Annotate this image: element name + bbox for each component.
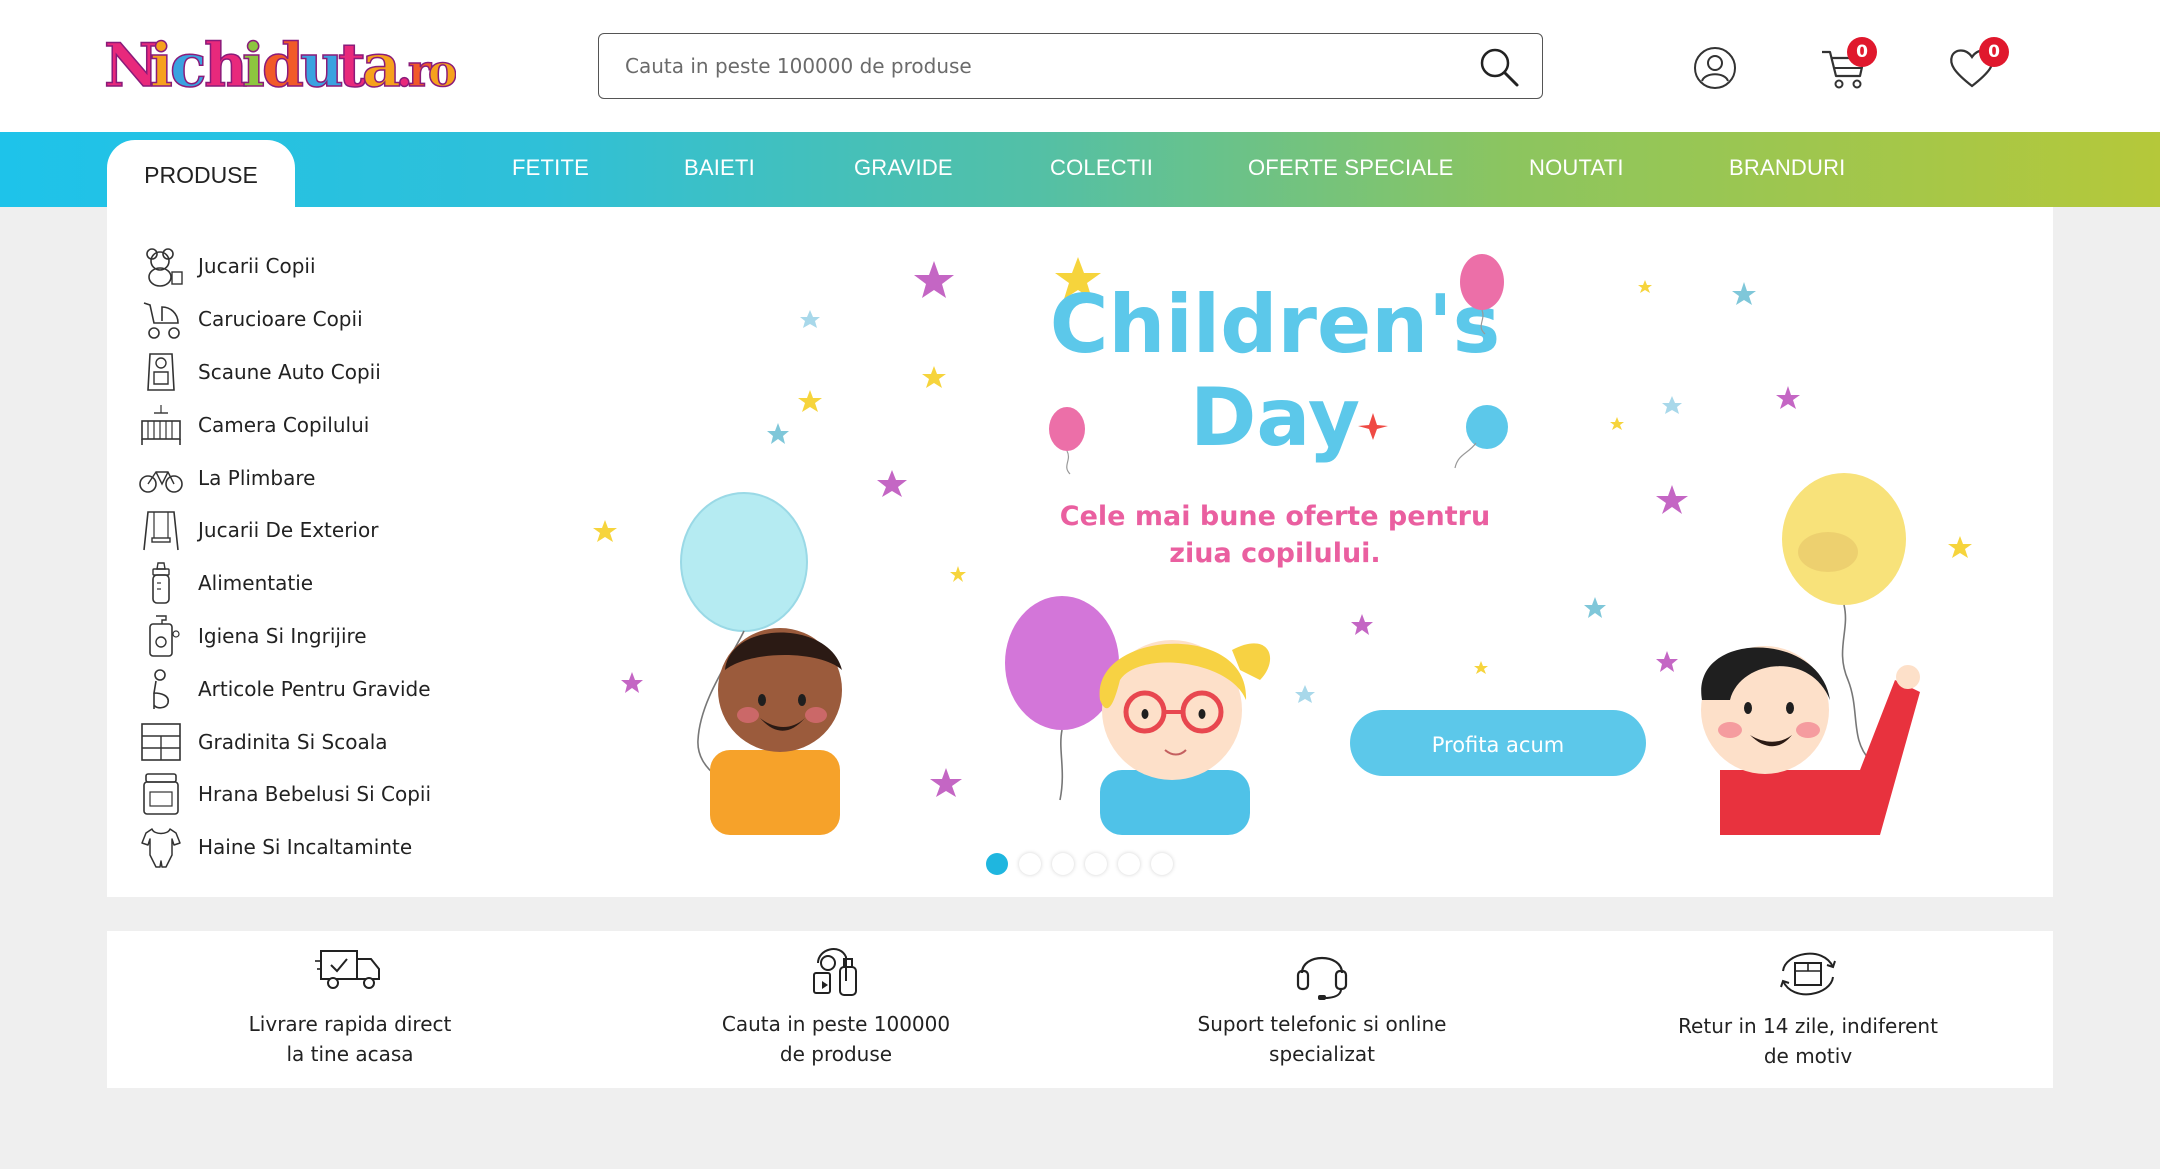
pregnancy-icon xyxy=(153,668,170,709)
features-strip: Livrare rapida direct la tine acasa Caut… xyxy=(107,931,2053,1088)
hygiene-bottle-icon xyxy=(149,615,180,657)
category-label: Jucarii De Exterior xyxy=(198,518,379,543)
category-item-hrana-bebelusi[interactable]: Hrana Bebelusi Si Copii xyxy=(138,768,431,821)
feature-line2: de motiv xyxy=(1763,1044,1853,1068)
category-item-camera-copilului[interactable]: Camera Copilului xyxy=(138,398,431,451)
carousel-dot-5[interactable] xyxy=(1118,853,1140,875)
nav-item-colectii[interactable]: COLECTII xyxy=(1050,155,1153,181)
carousel-dot-4[interactable] xyxy=(1085,853,1107,875)
category-label: Scaune Auto Copii xyxy=(198,359,381,384)
category-item-la-plimbare[interactable]: La Plimbare xyxy=(138,451,431,504)
cart-count-badge: 0 xyxy=(1847,37,1877,67)
category-item-jucarii-exterior[interactable]: Jucarii De Exterior xyxy=(138,504,431,557)
category-menu: Jucarii Copii Carucioare Copii Scaune Au… xyxy=(138,240,431,874)
carousel-dot-3[interactable] xyxy=(1052,853,1074,875)
account-icon[interactable] xyxy=(1687,40,1743,96)
school-supplies-icon xyxy=(141,722,181,761)
hero-banner[interactable]: Children's Day Cele mai bune oferte pent… xyxy=(580,230,2020,835)
feature-line2: de produse xyxy=(779,1042,893,1066)
banner-subtitle-line2: ziua copilului. xyxy=(1169,538,1380,569)
feature-line1: Cauta in peste 100000 xyxy=(721,1012,951,1036)
baby-bottle-icon xyxy=(152,562,170,604)
category-label: Hrana Bebelusi Si Copii xyxy=(198,782,432,807)
banner-title-line2: Day xyxy=(1190,371,1360,464)
nav-item-gravide[interactable]: GRAVIDE xyxy=(854,155,953,181)
banner-subtitle-line1: Cele mai bune oferte pentru xyxy=(1060,501,1490,532)
baby-products-icon xyxy=(813,948,857,996)
return-box-icon xyxy=(1780,952,1836,996)
car-seat-icon xyxy=(147,353,175,391)
carousel-dots xyxy=(986,853,1173,875)
baby-food-jar-icon xyxy=(143,773,179,816)
feature-support: Suport telefonic si online specializat xyxy=(1079,931,1565,1088)
category-label: Camera Copilului xyxy=(198,412,370,437)
category-label: Alimentatie xyxy=(198,571,314,596)
category-item-haine[interactable]: Haine Si Incaltaminte xyxy=(138,821,431,874)
nav-tab-produse[interactable]: PRODUSE xyxy=(107,140,295,210)
category-item-jucarii-copii[interactable]: Jucarii Copii xyxy=(138,240,431,293)
bicycle-icon xyxy=(139,470,183,493)
nav-item-branduri[interactable]: BRANDURI xyxy=(1729,155,1846,181)
search-input[interactable] xyxy=(625,54,1445,78)
search-bar xyxy=(598,33,1543,99)
category-label: Igiena Si Ingrijire xyxy=(198,623,367,648)
feature-delivery: Livrare rapida direct la tine acasa xyxy=(107,931,593,1088)
swing-icon xyxy=(143,511,179,551)
category-label: Jucarii Copii xyxy=(198,254,316,279)
headset-icon xyxy=(1296,957,1348,1000)
feature-line1: Retur in 14 zile, indiferent xyxy=(1678,1014,1938,1038)
svg-text:c: c xyxy=(170,31,207,100)
category-label: Carucioare Copii xyxy=(198,307,363,332)
category-label: Gradinita Si Scoala xyxy=(198,729,388,754)
svg-text:d: d xyxy=(262,31,304,100)
feature-line1: Livrare rapida direct xyxy=(248,1012,452,1036)
site-logo[interactable]: N i c h i d u t a . r o xyxy=(104,30,456,100)
feature-line2: la tine acasa xyxy=(286,1042,414,1066)
category-item-igiena[interactable]: Igiena Si Ingrijire xyxy=(138,610,431,663)
nav-item-noutati[interactable]: NOUTATI xyxy=(1529,155,1624,181)
site-header: N i c h i d u t a . r o 0 xyxy=(0,0,2160,132)
nav-item-baieti[interactable]: BAIETI xyxy=(684,155,755,181)
feature-return: Retur in 14 zile, indiferent de motiv xyxy=(1565,931,2051,1088)
category-item-alimentatie[interactable]: Alimentatie xyxy=(138,557,431,610)
childrens-day-illustration: Children's Day Cele mai bune oferte pent… xyxy=(593,254,1972,835)
feature-products: Cauta in peste 100000 de produse xyxy=(593,931,1079,1088)
nav-item-oferte-speciale[interactable]: OFERTE SPECIALE xyxy=(1248,155,1454,181)
carousel-dot-1[interactable] xyxy=(986,853,1008,875)
stroller-icon xyxy=(143,302,180,339)
category-item-gravide[interactable]: Articole Pentru Gravide xyxy=(138,662,431,715)
category-item-scaune-auto[interactable]: Scaune Auto Copii xyxy=(138,346,431,399)
banner-title-line1: Children's xyxy=(1050,278,1501,371)
wishlist-count-badge: 0 xyxy=(1979,37,2009,67)
teddy-bear-icon xyxy=(146,248,183,288)
category-item-gradinita[interactable]: Gradinita Si Scoala xyxy=(138,715,431,768)
svg-text:o: o xyxy=(428,46,456,97)
nav-item-fetite[interactable]: FETITE xyxy=(512,155,589,181)
feature-line1: Suport telefonic si online xyxy=(1197,1012,1447,1036)
search-icon[interactable] xyxy=(1478,46,1520,88)
category-label: Haine Si Incaltaminte xyxy=(198,835,413,860)
delivery-truck-icon xyxy=(315,950,380,989)
carousel-dot-2[interactable] xyxy=(1019,853,1041,875)
category-item-carucioare-copii[interactable]: Carucioare Copii xyxy=(138,293,431,346)
carousel-dot-6[interactable] xyxy=(1151,853,1173,875)
category-label: La Plimbare xyxy=(198,465,316,490)
category-label: Articole Pentru Gravide xyxy=(198,676,431,701)
banner-cta-button[interactable]: Profita acum xyxy=(1432,733,1565,757)
crib-icon xyxy=(141,404,181,445)
feature-line2: specializat xyxy=(1269,1042,1375,1066)
baby-onesie-icon xyxy=(141,828,181,868)
